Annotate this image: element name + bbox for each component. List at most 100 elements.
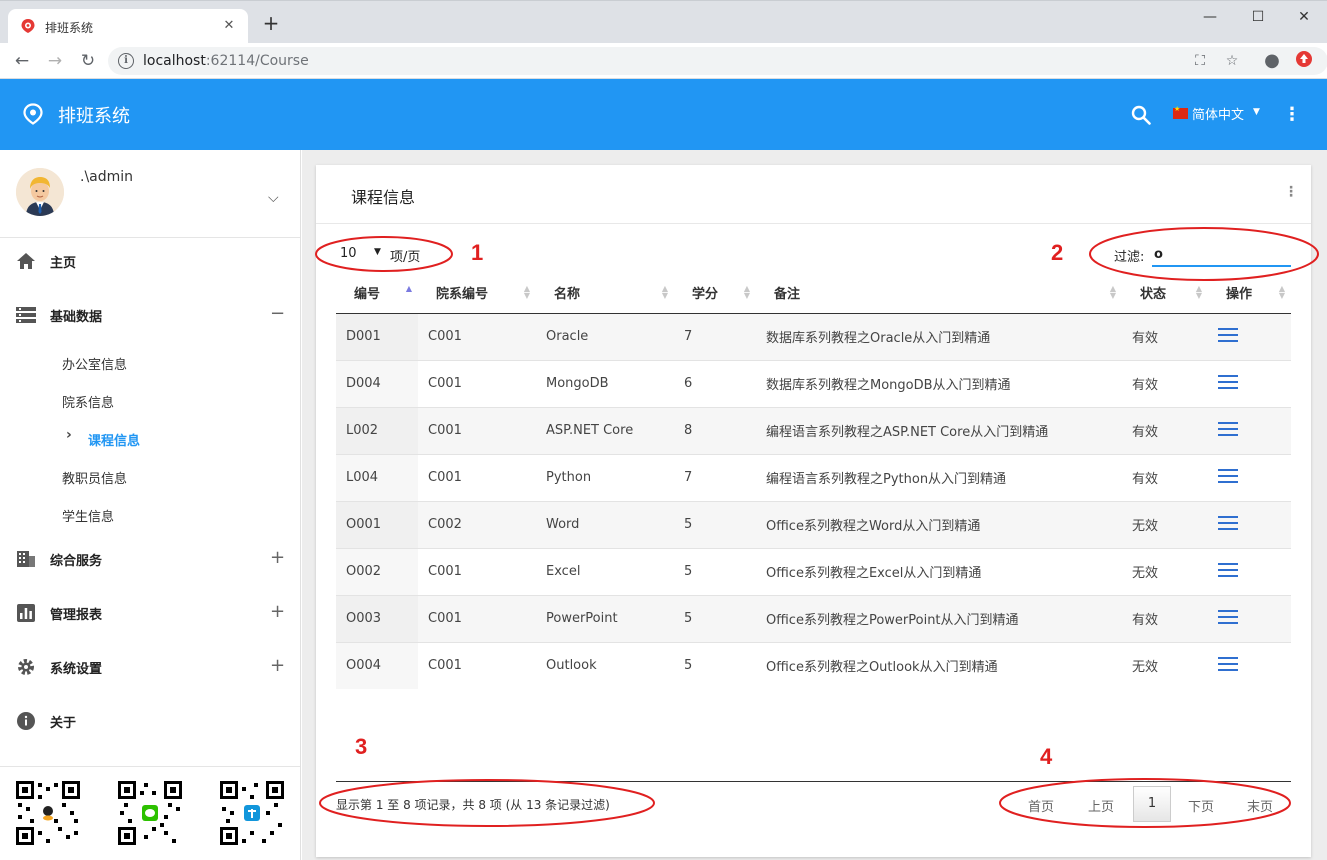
- table-row[interactable]: O003 C001 PowerPoint 5 Office系列教程之PowerPoint…: [336, 595, 1291, 643]
- sort-icon[interactable]: ▲ ▼: [662, 285, 668, 300]
- column-header[interactable]: 备注 ▲ ▼: [756, 272, 1122, 314]
- column-header[interactable]: 名称 ▲ ▼: [536, 272, 674, 314]
- table-cell: Oracle: [536, 313, 674, 361]
- column-header[interactable]: 状态 ▲ ▼: [1122, 272, 1208, 314]
- close-window-icon[interactable]: ✕: [1284, 6, 1324, 28]
- prev-page-button[interactable]: 上页: [1088, 796, 1114, 815]
- last-page-button[interactable]: 末页: [1247, 796, 1273, 815]
- table-row[interactable]: O001 C002 Word 5 Office系列教程之Word从入门到精通 无效: [336, 501, 1291, 549]
- table-cell: L002: [336, 407, 418, 455]
- more-vert-icon[interactable]: ⋮: [1282, 105, 1302, 125]
- minimize-icon[interactable]: —: [1190, 6, 1230, 28]
- column-header[interactable]: 编号 ▲: [336, 272, 418, 314]
- page-title: 课程信息: [351, 188, 416, 207]
- table-row[interactable]: L002 C001 ASP.NET Core 8 编程语言系列教程之ASP.NET Co…: [336, 407, 1291, 455]
- sidebar-item-department[interactable]: 院系信息: [62, 392, 114, 411]
- sidebar-item-office[interactable]: 办公室信息: [62, 354, 127, 373]
- column-header-label: 院系编号: [436, 286, 489, 302]
- close-tab-icon[interactable]: ✕: [220, 17, 238, 35]
- gear-icon: [18, 659, 34, 675]
- table-cell: Office系列教程之Word从入门到精通: [756, 501, 1122, 549]
- collapse-icon[interactable]: −: [270, 303, 285, 324]
- app-brand[interactable]: 排班系统: [58, 102, 130, 128]
- table-cell: C001: [418, 595, 536, 643]
- alipay-qr-code: [220, 781, 284, 845]
- chevron-down-icon[interactable]: ⌵: [268, 190, 279, 206]
- sort-icon[interactable]: ▲ ▼: [1110, 285, 1116, 300]
- expand-icon[interactable]: +: [270, 547, 285, 568]
- next-page-button[interactable]: 下页: [1188, 796, 1214, 815]
- sidebar-item-settings[interactable]: 系统设置 +: [0, 647, 300, 687]
- profile-icon[interactable]: ●: [1262, 51, 1282, 71]
- table-cell: ASP.NET Core: [536, 407, 674, 455]
- table-row[interactable]: D004 C001 MongoDB 6 数据库系列教程之MongoDB从入门到精通 有效: [336, 360, 1291, 408]
- menu-icon[interactable]: [1218, 374, 1238, 390]
- expand-icon[interactable]: +: [270, 655, 285, 676]
- forward-icon[interactable]: →: [43, 49, 67, 73]
- search-icon[interactable]: [1130, 104, 1152, 126]
- table-body: D001 C001 Oracle 7 数据库系列教程之Oracle从入门到精通 有效 D00…: [336, 313, 1291, 689]
- menu-icon[interactable]: [1218, 327, 1238, 343]
- browser-tab[interactable]: 排班系统 ✕: [8, 9, 248, 44]
- column-header[interactable]: 院系编号 ▲ ▼: [418, 272, 536, 314]
- card-header: 课程信息 ⋮: [316, 165, 1311, 224]
- table-cell: 无效: [1122, 548, 1208, 596]
- first-page-button[interactable]: 首页: [1028, 796, 1054, 815]
- table-cell: [1208, 407, 1291, 455]
- table-cell: 6: [674, 360, 756, 408]
- sort-icon[interactable]: ▲ ▼: [1279, 285, 1285, 300]
- sidebar-item-about[interactable]: 关于: [0, 701, 300, 741]
- sidebar-item-home[interactable]: 主页: [0, 241, 300, 281]
- menu-icon[interactable]: [1218, 656, 1238, 672]
- maximize-icon[interactable]: ☐: [1238, 6, 1278, 28]
- building-icon: [17, 551, 35, 567]
- table-cell: 数据库系列教程之MongoDB从入门到精通: [756, 360, 1122, 408]
- sort-icon[interactable]: ▲ ▼: [1196, 285, 1202, 300]
- sidebar-item-student[interactable]: 学生信息: [62, 506, 114, 525]
- reload-icon[interactable]: ↻: [76, 49, 100, 73]
- current-page-button[interactable]: 1: [1133, 786, 1171, 822]
- translate-icon[interactable]: ⛶: [1190, 51, 1210, 71]
- chevron-down-icon: ▼: [374, 247, 381, 257]
- bookmark-star-icon[interactable]: ☆: [1222, 51, 1242, 71]
- sidebar-item-staff[interactable]: 教职员信息: [62, 468, 127, 487]
- course-table: 编号 ▲ 院系编号 ▲ ▼ 名称 ▲ ▼ 学分 ▲ ▼ 备注 ▲ ▼ 状态 ▲ ▼ 操作 ▲ ▼ D001 C001 Or…: [336, 272, 1291, 689]
- sort-icon[interactable]: ▲: [406, 285, 412, 293]
- sidebar-item-services[interactable]: 综合服务 +: [0, 539, 300, 579]
- browser-toolbar: ← → ↻ i localhost:62114/Course ⛶ ☆ ●: [0, 43, 1327, 79]
- sidebar-item-reports[interactable]: 管理报表 +: [0, 593, 300, 633]
- sidebar-item-course[interactable]: 课程信息: [88, 430, 140, 449]
- table-cell: 有效: [1122, 454, 1208, 502]
- menu-icon[interactable]: [1218, 515, 1238, 531]
- back-icon[interactable]: ←: [10, 49, 34, 73]
- sidebar-item-label: 主页: [50, 256, 77, 271]
- address-bar[interactable]: i localhost:62114/Course: [108, 47, 1327, 75]
- language-selector[interactable]: 简体中文: [1192, 104, 1244, 123]
- table-cell: C002: [418, 501, 536, 549]
- column-header[interactable]: 操作 ▲ ▼: [1208, 272, 1291, 314]
- menu-icon[interactable]: [1218, 609, 1238, 625]
- chevron-down-icon[interactable]: ▼: [1253, 107, 1260, 117]
- expand-icon[interactable]: +: [270, 601, 285, 622]
- menu-icon[interactable]: [1218, 468, 1238, 484]
- table-row[interactable]: D001 C001 Oracle 7 数据库系列教程之Oracle从入门到精通 有效: [336, 313, 1291, 361]
- filter-input[interactable]: [1152, 243, 1291, 267]
- site-info-icon[interactable]: i: [118, 53, 134, 69]
- table-cell: Outlook: [546, 658, 597, 674]
- table-row[interactable]: O002 C001 Excel 5 Office系列教程之Excel从入门到精通 无效: [336, 548, 1291, 596]
- more-vert-icon[interactable]: ⋮: [1284, 184, 1298, 200]
- table-row[interactable]: L004 C001 Python 7 编程语言系列教程之Python从入门到精通 有效: [336, 454, 1291, 502]
- app-logo-icon: [21, 19, 35, 33]
- sidebar-item-basic-data[interactable]: 基础数据 −: [0, 295, 300, 335]
- sort-icon[interactable]: ▲ ▼: [524, 285, 530, 300]
- extension-icon[interactable]: [1294, 51, 1314, 71]
- table-cell: [1208, 313, 1291, 361]
- menu-icon[interactable]: [1218, 562, 1238, 578]
- sort-icon[interactable]: ▲ ▼: [744, 285, 750, 300]
- table-row[interactable]: O004 C001 Outlook 5 Office系列教程之Outlook从入门到精通…: [336, 642, 1291, 689]
- page-size-select[interactable]: 10 ▼ 项/页: [340, 246, 420, 265]
- column-header[interactable]: 学分 ▲ ▼: [674, 272, 756, 314]
- avatar[interactable]: [16, 168, 64, 216]
- menu-icon[interactable]: [1218, 421, 1238, 437]
- new-tab-button[interactable]: +: [260, 13, 282, 35]
